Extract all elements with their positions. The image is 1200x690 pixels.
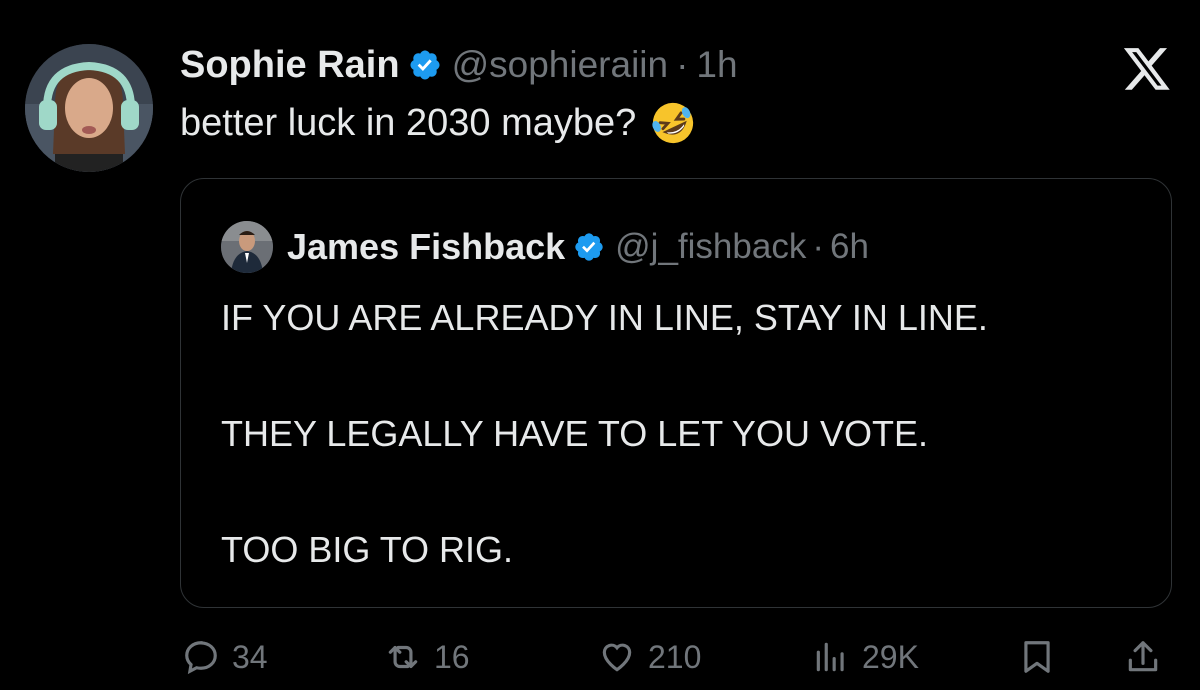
quoted-author-handle[interactable]: @j_fishback — [615, 227, 806, 267]
quoted-tweet[interactable]: James Fishback @j_fishback · 6h IF YOU A… — [180, 178, 1172, 608]
tweet-time[interactable]: 1h — [696, 44, 737, 86]
bookmark-icon — [1024, 641, 1050, 673]
reply-count: 34 — [232, 638, 268, 675]
views-bar-chart-icon — [816, 642, 844, 672]
quoted-verified-badge-icon — [575, 233, 603, 261]
view-count: 29K — [862, 638, 919, 675]
close-x-icon[interactable] — [1122, 48, 1172, 94]
share-icon — [1128, 641, 1158, 672]
separator-dot: · — [676, 44, 689, 85]
views-button[interactable]: 29K — [812, 638, 919, 676]
rolling-laughing-emoji-icon — [652, 102, 694, 144]
author-name[interactable]: Sophie Rain — [180, 44, 400, 87]
quoted-separator-dot: · — [812, 227, 824, 266]
author-avatar[interactable] — [25, 44, 153, 172]
like-button[interactable]: 210 — [598, 638, 701, 676]
tweet-body: better luck in 2030 maybe? — [180, 100, 696, 146]
heart-icon — [602, 643, 632, 672]
repost-icon — [388, 645, 418, 669]
reply-button[interactable]: 34 — [182, 638, 268, 676]
quoted-text-line: THEY LEGALLY HAVE TO LET YOU VOTE. — [221, 413, 928, 454]
share-button[interactable] — [1124, 638, 1174, 676]
quoted-text-line: IF YOU ARE ALREADY IN LINE, STAY IN LINE… — [221, 297, 988, 338]
quoted-tweet-time[interactable]: 6h — [830, 227, 869, 267]
action-bar: 34 16 210 29K — [0, 620, 1200, 690]
like-count: 210 — [648, 638, 702, 675]
quoted-avatar-image — [221, 221, 273, 273]
bookmark-button[interactable] — [1018, 638, 1068, 676]
tweet-text: better luck in 2030 maybe? — [180, 101, 637, 144]
avatar-image — [25, 44, 153, 172]
reply-icon — [185, 641, 217, 675]
quoted-text-line: TOO BIG TO RIG. — [221, 529, 514, 570]
tweet-header: Sophie Rain @sophieraiin · 1h — [180, 40, 738, 90]
repost-count: 16 — [434, 638, 470, 675]
quoted-tweet-header: James Fishback @j_fishback · 6h — [287, 221, 869, 273]
quoted-author-avatar[interactable] — [221, 221, 273, 273]
verified-badge-icon — [410, 50, 440, 80]
author-handle[interactable]: @sophieraiin — [452, 44, 669, 86]
quoted-author-name[interactable]: James Fishback — [287, 226, 565, 268]
repost-button[interactable]: 16 — [384, 638, 470, 676]
